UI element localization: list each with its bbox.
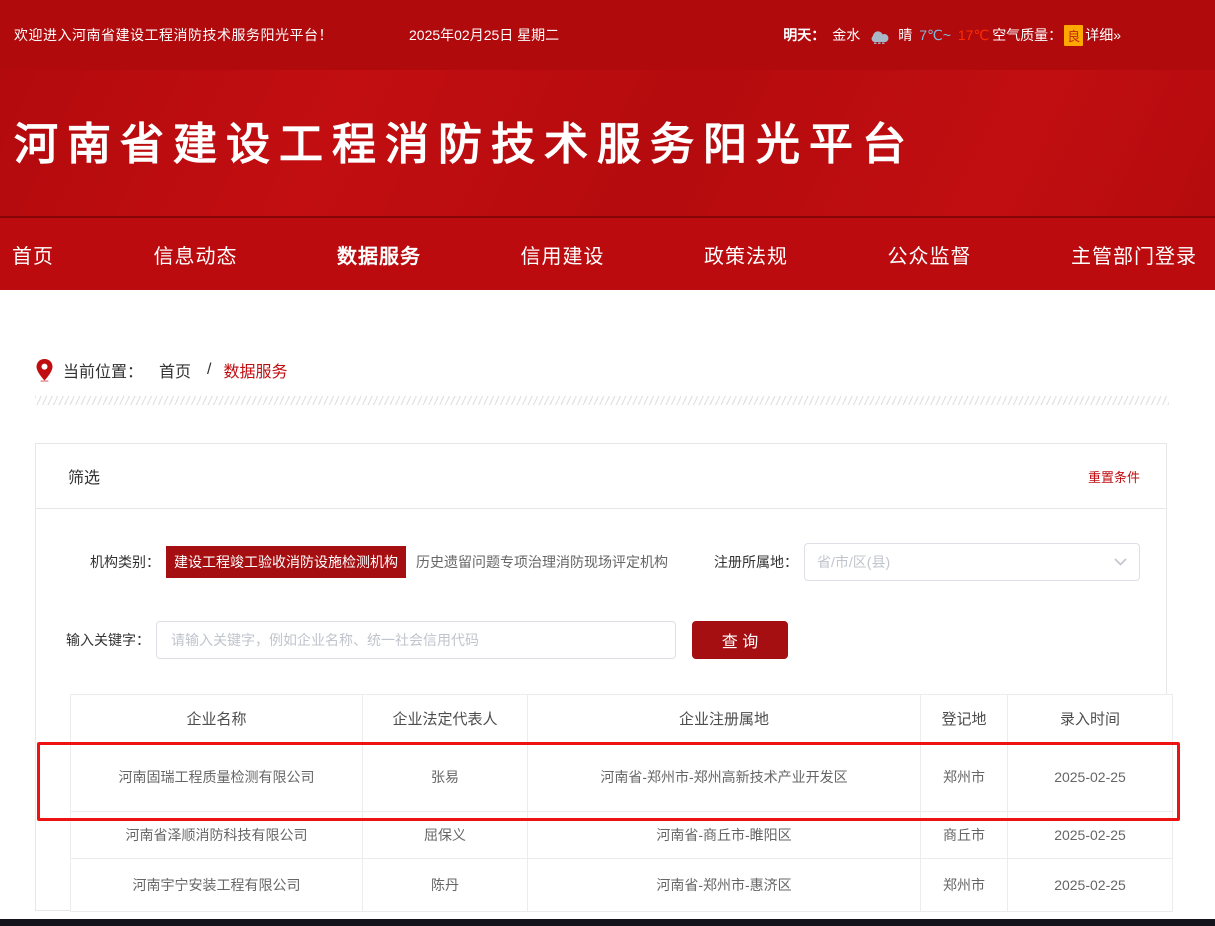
col-header-registered-place: 企业注册属地	[528, 695, 921, 743]
region-select-placeholder: 省/市/区(县)	[817, 552, 1114, 572]
tomorrow-label: 明天：	[783, 25, 825, 45]
air-quality-label: 空气质量：	[992, 25, 1062, 45]
cell-record-place: 商丘市	[921, 812, 1008, 859]
cell-legal-rep: 陈丹	[363, 859, 528, 912]
table-header-row: 企业名称 企业法定代表人 企业注册属地 登记地 录入时间	[71, 695, 1173, 743]
table-row[interactable]: 河南省泽顺消防科技有限公司 屈保义 河南省-商丘市-睢阳区 商丘市 2025-0…	[71, 812, 1173, 859]
district-label: 金水	[832, 25, 860, 45]
nav-item-policy[interactable]: 政策法规	[704, 240, 788, 269]
col-header-legal-rep: 企业法定代表人	[363, 695, 528, 743]
search-button[interactable]: 查 询	[692, 621, 788, 659]
category-row: 机构类别： 建设工程竣工验收消防设施检测机构 历史遗留问题专项治理消防现场评定机…	[66, 543, 1140, 581]
table-row[interactable]: 河南固瑞工程质量检测有限公司 张易 河南省-郑州市-郑州高新技术产业开发区 郑州…	[71, 743, 1173, 812]
table-row[interactable]: 河南宇宁安装工程有限公司 陈丹 河南省-郑州市-惠济区 郑州市 2025-02-…	[71, 859, 1173, 912]
cell-company: 河南省泽顺消防科技有限公司	[71, 812, 363, 859]
nav-item-credit[interactable]: 信用建设	[521, 240, 605, 269]
cell-registered-place: 河南省-商丘市-睢阳区	[528, 812, 921, 859]
bottom-window-strip	[0, 919, 1215, 926]
region-label: 注册所属地：	[714, 552, 798, 572]
keyword-input[interactable]	[156, 621, 676, 659]
category-tab-active[interactable]: 建设工程竣工验收消防设施检测机构	[166, 546, 406, 578]
col-header-record-place: 登记地	[921, 695, 1008, 743]
temp-high: 17℃	[958, 27, 989, 44]
keyword-row: 输入关键字： 查 询	[66, 621, 1140, 659]
region-group: 注册所属地： 省/市/区(县)	[714, 543, 1140, 581]
reset-filters-link[interactable]: 重置条件	[1088, 467, 1140, 486]
cell-company: 河南固瑞工程质量检测有限公司	[71, 743, 363, 812]
breadcrumb-current-link[interactable]: 数据服务	[223, 358, 287, 382]
filter-title: 筛选	[68, 464, 100, 488]
condition-label: 晴	[898, 25, 912, 45]
slash-divider	[35, 396, 1169, 405]
cell-registered-place: 河南省-郑州市-惠济区	[528, 859, 921, 912]
breadcrumb-label: 当前位置：	[63, 358, 143, 382]
nav-item-supervision[interactable]: 公众监督	[888, 240, 972, 269]
location-pin-icon	[36, 359, 53, 382]
cell-entry-date: 2025-02-25	[1008, 743, 1173, 812]
col-header-company: 企业名称	[71, 695, 363, 743]
filter-panel-header: 筛选 重置条件	[36, 444, 1166, 509]
temp-low: 7℃~	[919, 27, 951, 44]
air-quality-badge: 良	[1064, 25, 1083, 46]
category-tab-inactive[interactable]: 历史遗留问题专项治理消防现场评定机构	[416, 552, 668, 572]
cell-company: 河南宇宁安装工程有限公司	[71, 859, 363, 912]
cell-legal-rep: 屈保义	[363, 812, 528, 859]
site-banner: 河南省建设工程消防技术服务阳光平台	[0, 70, 1215, 216]
cell-registered-place: 河南省-郑州市-郑州高新技术产业开发区	[528, 743, 921, 812]
chevron-down-icon	[1114, 558, 1127, 566]
category-label: 机构类别：	[90, 552, 160, 572]
region-select[interactable]: 省/市/区(县)	[804, 543, 1140, 581]
filter-panel: 筛选 重置条件 机构类别： 建设工程竣工验收消防设施检测机构 历史遗留问题专项治…	[35, 443, 1167, 911]
top-bar: 欢迎进入河南省建设工程消防技术服务阳光平台！ 2025年02月25日 星期二 明…	[0, 0, 1215, 70]
welcome-text: 欢迎进入河南省建设工程消防技术服务阳光平台！	[14, 25, 333, 45]
weather-widget: 明天： 金水 晴 7℃~ 17℃ 空气质量： 良 详细»	[783, 25, 1121, 46]
col-header-entry-date: 录入时间	[1008, 695, 1173, 743]
nav-item-home[interactable]: 首页	[12, 240, 54, 269]
cell-record-place: 郑州市	[921, 859, 1008, 912]
filter-panel-body: 机构类别： 建设工程竣工验收消防设施检测机构 历史遗留问题专项治理消防现场评定机…	[36, 509, 1166, 912]
breadcrumb-separator: /	[207, 361, 211, 379]
breadcrumb-home-link[interactable]: 首页	[159, 358, 191, 382]
date-text: 2025年02月25日 星期二	[409, 25, 559, 45]
nav-item-data-service[interactable]: 数据服务	[337, 240, 421, 269]
nav-item-news[interactable]: 信息动态	[154, 240, 238, 269]
main-nav: 首页 信息动态 数据服务 信用建设 政策法规 公众监督 主管部门登录	[0, 216, 1215, 290]
keyword-label: 输入关键字：	[66, 630, 150, 650]
site-title: 河南省建设工程消防技术服务阳光平台	[0, 70, 1215, 172]
cell-entry-date: 2025-02-25	[1008, 859, 1173, 912]
weather-cloud-icon	[867, 26, 891, 44]
weather-detail-link[interactable]: 详细»	[1085, 25, 1121, 45]
cell-record-place: 郑州市	[921, 743, 1008, 812]
cell-entry-date: 2025-02-25	[1008, 812, 1173, 859]
cell-legal-rep: 张易	[363, 743, 528, 812]
breadcrumb: 当前位置： 首页 / 数据服务	[36, 358, 1215, 382]
nav-item-admin-login[interactable]: 主管部门登录	[1071, 240, 1197, 269]
results-table: 企业名称 企业法定代表人 企业注册属地 登记地 录入时间 河南固瑞工程质量检测有…	[70, 694, 1173, 912]
